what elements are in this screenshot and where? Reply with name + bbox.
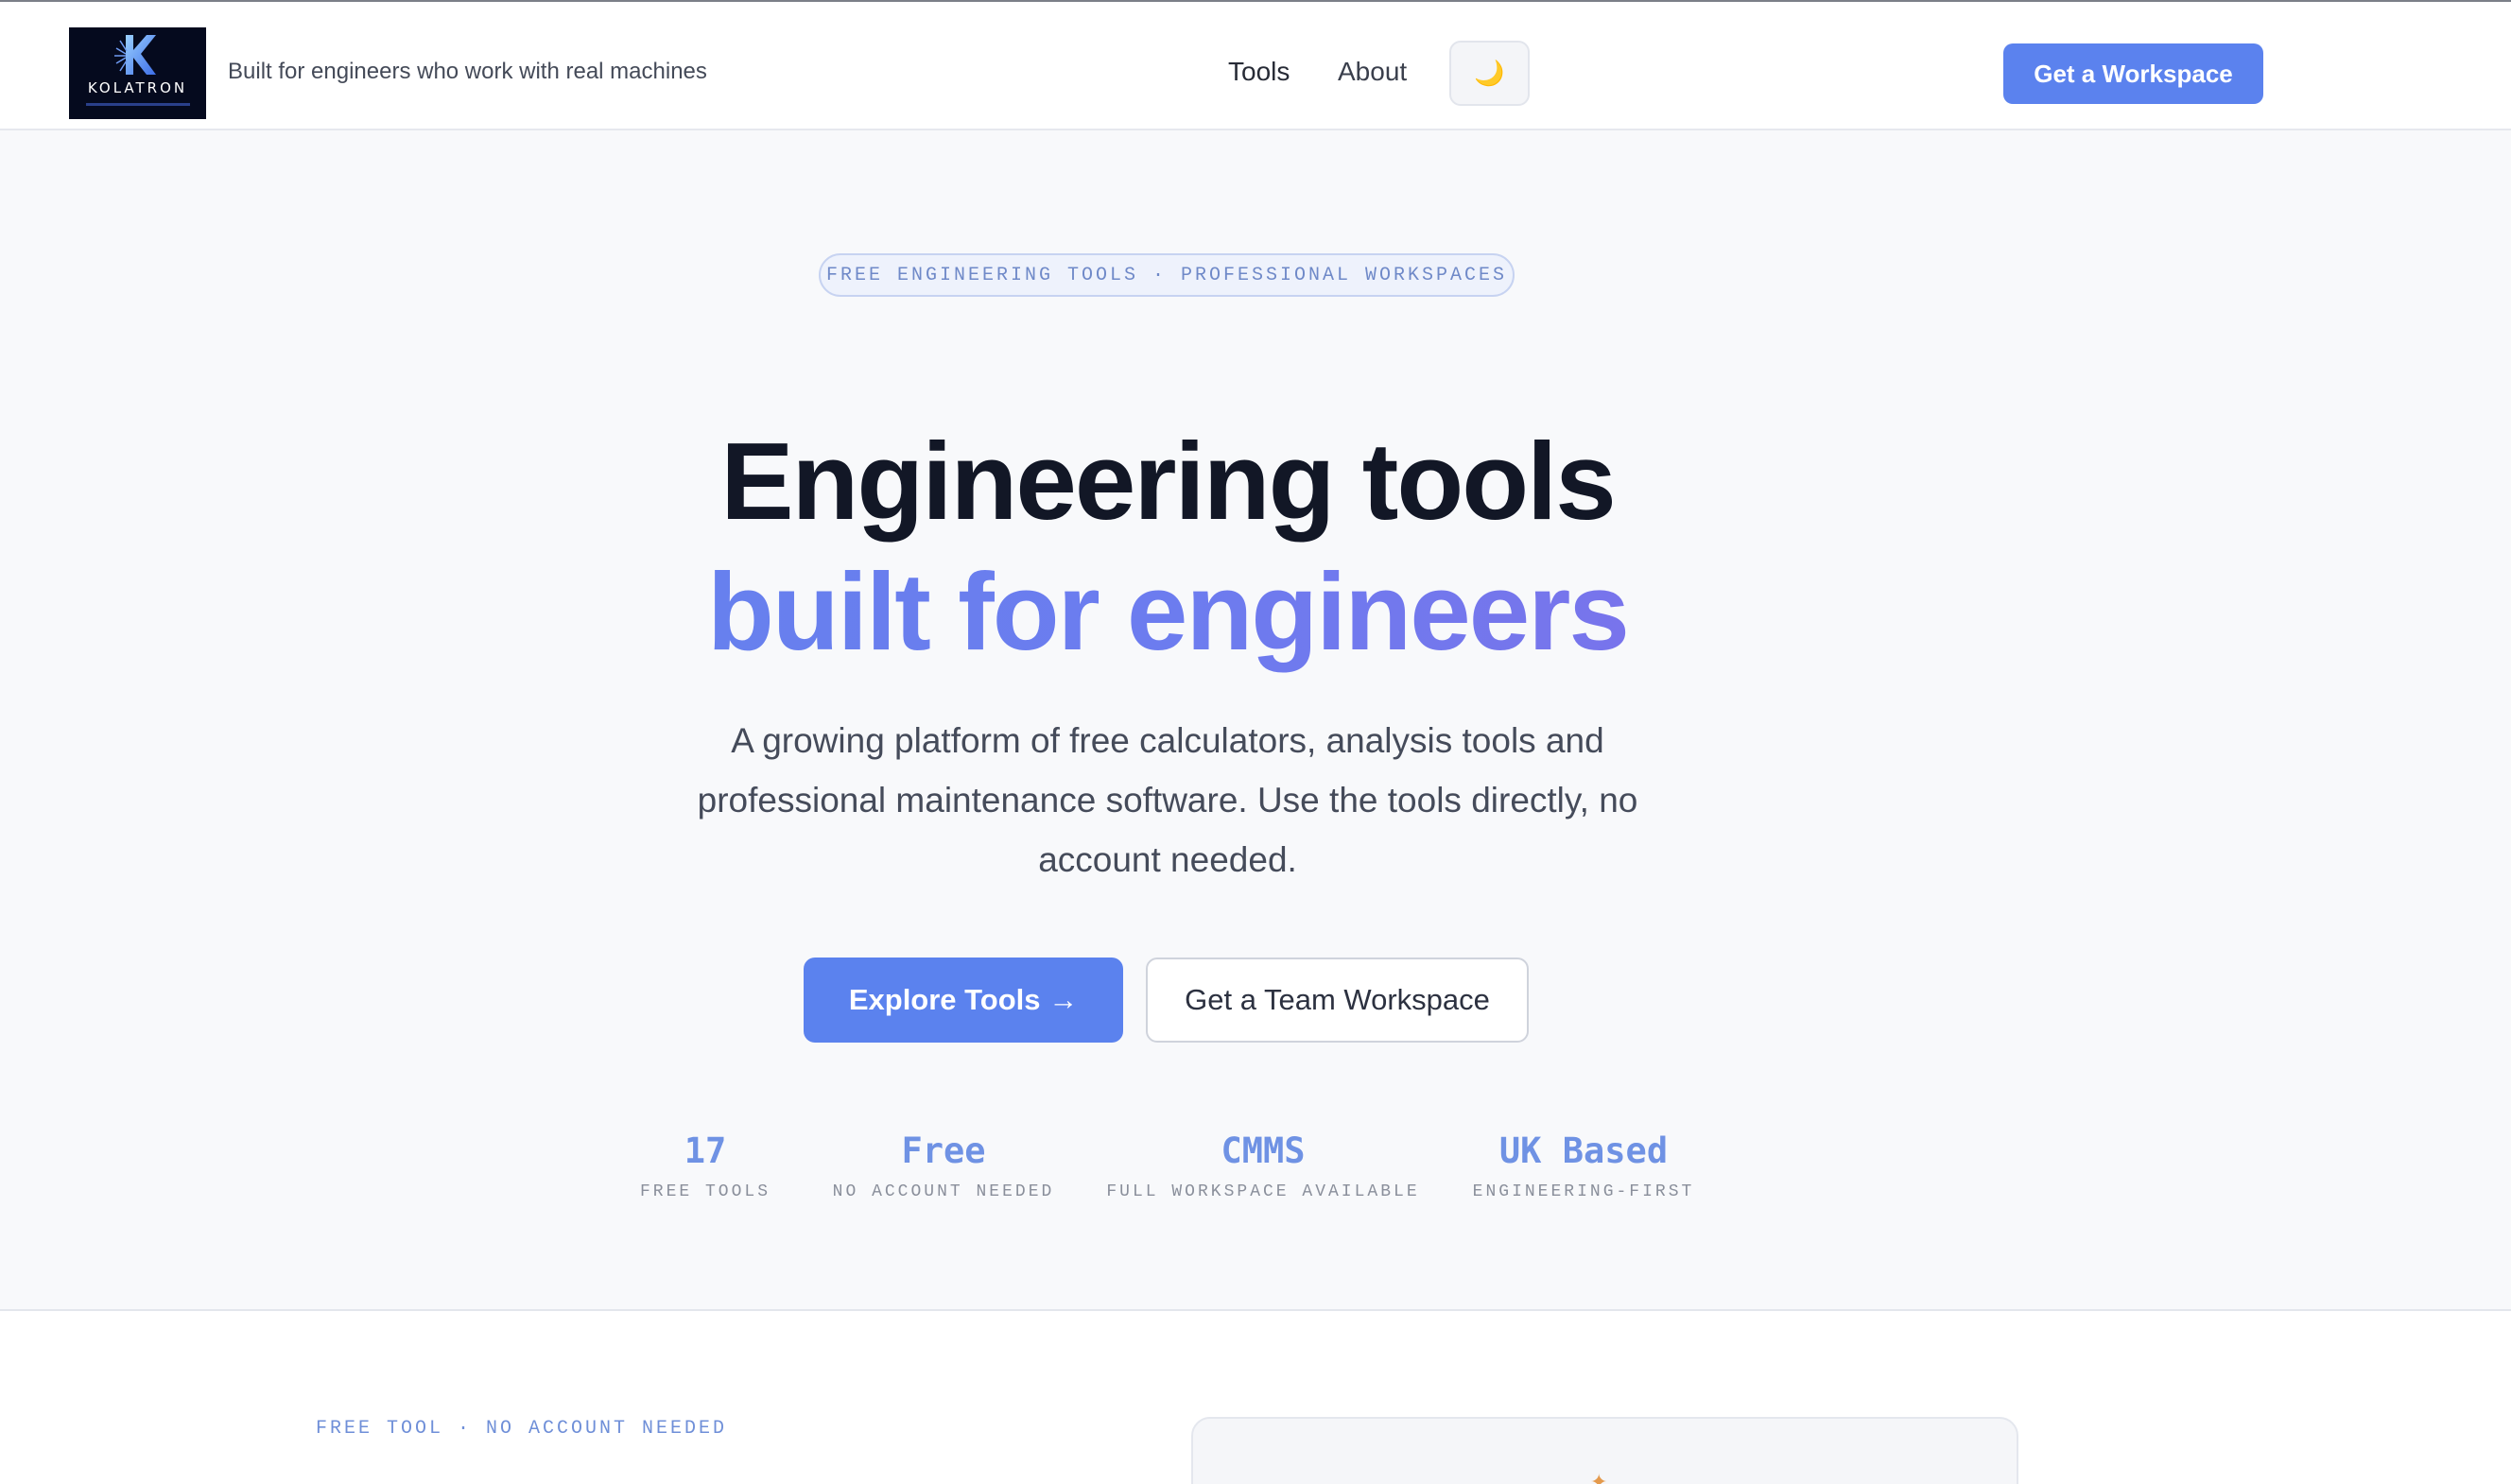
nav-link-about[interactable]: About bbox=[1338, 57, 1407, 87]
hero-badge: FREE ENGINEERING TOOLS · PROFESSIONAL WO… bbox=[819, 253, 1515, 297]
stat-uk-based: UK Based ENGINEERING-FIRST bbox=[1467, 1130, 1700, 1201]
stat-label: NO ACCOUNT NEEDED bbox=[832, 1182, 1055, 1201]
header-tagline: Built for engineers who work with real m… bbox=[228, 59, 707, 84]
stat-cmms: CMMS FULL WORKSPACE AVAILABLE bbox=[1102, 1130, 1424, 1201]
stat-value: 17 bbox=[684, 1130, 727, 1171]
get-workspace-button[interactable]: Get a Workspace bbox=[2003, 43, 2263, 104]
stat-free-tools: 17 FREE TOOLS bbox=[630, 1130, 781, 1201]
preview-icon: ✦ bbox=[1590, 1471, 1608, 1484]
logo-wordmark: KOLATRON bbox=[87, 79, 188, 96]
stat-free: Free NO ACCOUNT NEEDED bbox=[830, 1130, 1057, 1201]
stat-value: CMMS bbox=[1221, 1130, 1306, 1171]
stat-label: ENGINEERING-FIRST bbox=[1472, 1182, 1695, 1201]
moon-icon: 🌙 bbox=[1474, 59, 1505, 87]
stat-value: Free bbox=[901, 1130, 986, 1171]
team-workspace-button[interactable]: Get a Team Workspace bbox=[1146, 958, 1529, 1043]
stat-label: FREE TOOLS bbox=[639, 1182, 771, 1201]
kolatron-logo[interactable]: KOLATRON bbox=[69, 27, 206, 119]
site-header: KOLATRON Built for engineers who work wi… bbox=[0, 2, 2511, 130]
logo-underline bbox=[86, 103, 190, 106]
stat-label: FULL WORKSPACE AVAILABLE bbox=[1106, 1182, 1420, 1201]
hero-title-line-2: built for engineers bbox=[0, 548, 2335, 675]
hero-description: A growing platform of free calculators, … bbox=[697, 721, 1638, 879]
nav-link-tools[interactable]: Tools bbox=[1228, 57, 1290, 87]
stat-value: UK Based bbox=[1498, 1130, 1669, 1171]
section-eyebrow: FREE TOOL · NO ACCOUNT NEEDED bbox=[316, 1418, 728, 1440]
explore-tools-button[interactable]: Explore Tools → bbox=[804, 958, 1123, 1043]
hero-title-line-1: Engineering tools bbox=[720, 420, 1617, 543]
theme-toggle-button[interactable]: 🌙 bbox=[1449, 41, 1530, 106]
kolatron-k-icon bbox=[114, 35, 156, 75]
